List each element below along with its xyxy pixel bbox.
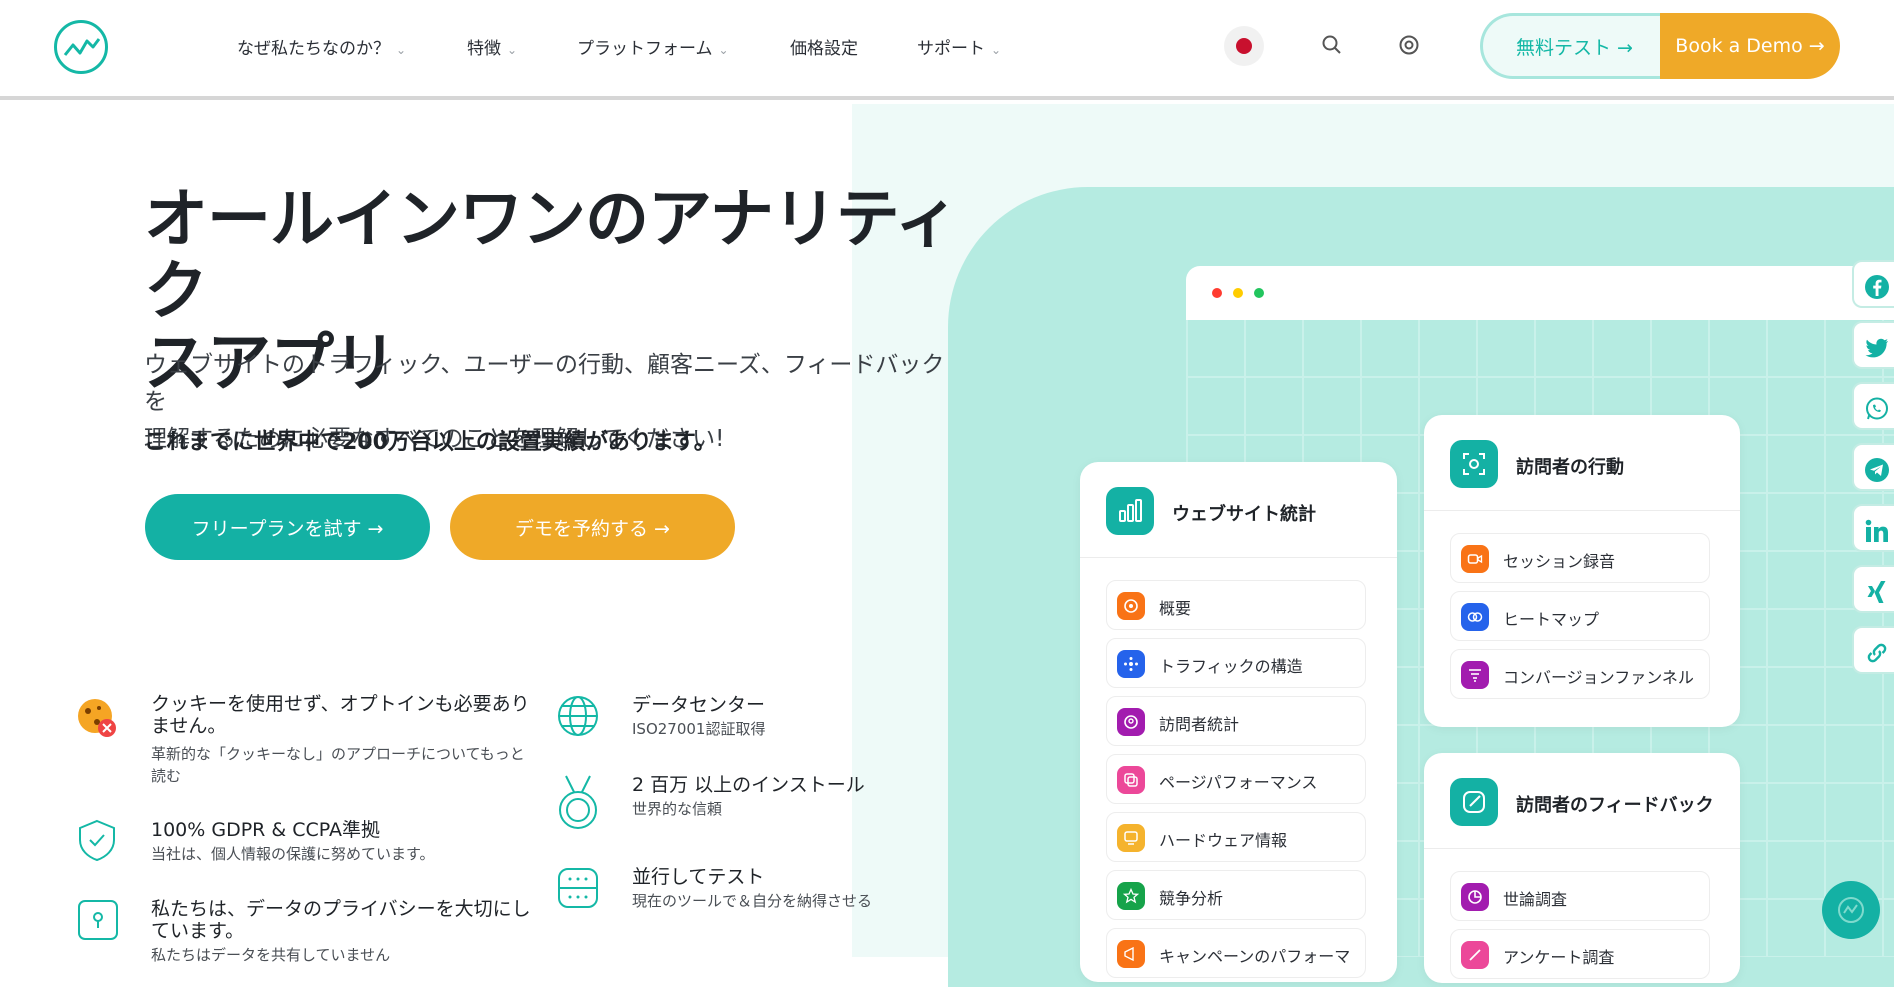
at-sign-icon[interactable] [1398,34,1422,58]
menu-item-campaign-performance[interactable]: キャンペーンのパフォーマ [1106,928,1366,978]
edit-note-icon [1450,778,1498,826]
feature-gdpr: 100% GDPR & CCPA準拠 当社は、個人情報の保護に努めています。 [151,819,435,863]
book-demo-cta-button[interactable]: デモを予約する → [450,494,735,560]
video-icon [1461,545,1489,573]
japan-flag-icon[interactable] [1224,26,1264,66]
site-header: なぜ私たちなのか？ ⌄ 特徴 ⌄ プラットフォーム ⌄ 価格設定 サポート ⌄ 無料テス… [0,0,1894,100]
card-title: 訪問者のフィードバック [1516,795,1714,816]
menu-item-competitive-analysis[interactable]: 競争分析 [1106,870,1366,920]
copy-pages-icon [1117,766,1145,794]
menu-item-heatmaps[interactable]: ヒートマップ [1450,591,1710,641]
share-twitter-button[interactable] [1852,321,1894,369]
twitter-icon [1865,338,1888,358]
whatsapp-icon [1866,397,1888,420]
megaphone-icon [1117,940,1145,968]
divider [1080,557,1397,558]
browser-frame [1186,266,1894,320]
try-free-plan-button[interactable]: フリープランを試す → [145,494,430,560]
divider [1424,510,1740,511]
card-title: 訪問者の行動 [1516,457,1624,478]
nav-why-us[interactable]: なぜ私たちなのか？ ⌄ [237,34,406,59]
lock-keyhole-icon [76,898,120,946]
globe-icon [556,694,600,742]
window-dot-yellow [1233,288,1243,298]
nav-support[interactable]: サポート ⌄ [917,34,1001,59]
focus-scan-icon [1450,440,1498,488]
chevron-down-icon: ⌄ [718,43,729,57]
share-xing-button[interactable] [1852,565,1894,613]
window-dot-red [1212,288,1222,298]
xing-icon [1867,581,1886,603]
card-visitor-behavior: 訪問者の行動 セッション録音 ヒートマップ コンバージョンファンネル [1424,415,1740,727]
feature-privacy: 私たちは、データのプライバシーを大切にしています。 私たちはデータを共有していま… [151,898,531,964]
overview-icon [1117,592,1145,620]
chevron-down-icon: ⌄ [507,43,518,57]
copy-link-button[interactable] [1852,626,1894,674]
overlap-circles-icon [1461,603,1489,631]
read-more-link[interactable]: 革新的な「クッキーなし」のアプローチについてもっと読む [151,743,531,787]
card-website-stats: ウェブサイト統計 概要 トラフィックの構造 訪問者統計 ページパフォーマンス ハ… [1080,462,1397,982]
feature-parallel-test: 並行してテスト 現在のツールで＆自分を納得させる [632,866,873,910]
share-linkedin-button[interactable] [1852,504,1894,552]
nav-platform[interactable]: プラットフォーム ⌄ [577,34,729,59]
free-test-button[interactable]: 無料テスト → [1480,13,1666,79]
pie-chart-icon [1461,883,1489,911]
book-demo-button[interactable]: Book a Demo → [1660,13,1840,79]
menu-item-conversion-funnels[interactable]: コンバージョンファンネル [1450,649,1710,699]
medal-icon [556,774,600,836]
card-title: ウェブサイト統計 [1172,504,1316,525]
browser-window-icon [556,866,600,914]
star-icon [1117,882,1145,910]
share-facebook-button[interactable] [1852,260,1894,308]
pencil-icon [1461,941,1489,969]
chevron-down-icon: ⌄ [396,43,407,57]
feature-installs: 2 百万 以上のインストール 世界的な信頼 [632,774,865,818]
search-icon[interactable] [1321,34,1345,58]
bar-chart-icon [1106,487,1154,535]
card-visitor-feedback: 訪問者のフィードバック 世論調査 アンケート調査 [1424,753,1740,983]
nav-features[interactable]: 特徴 ⌄ [467,34,517,59]
feature-no-cookies: クッキーを使用せず、オプトインも必要ありません。 革新的な「クッキーなし」のアプ… [151,693,531,787]
shield-check-icon [75,818,119,866]
logo-icon[interactable] [54,20,108,74]
feature-data-center: データセンター ISO27001認証取得 [632,694,766,738]
menu-item-page-performance[interactable]: ページパフォーマンス [1106,754,1366,804]
linkedin-icon [1865,519,1888,542]
link-icon [1867,643,1887,663]
menu-item-polls[interactable]: 世論調査 [1450,871,1710,921]
share-whatsapp-button[interactable] [1852,382,1894,430]
share-telegram-button[interactable] [1852,443,1894,491]
chat-widget-button[interactable] [1822,881,1880,939]
menu-item-hardware-info[interactable]: ハードウェア情報 [1106,812,1366,862]
monitor-icon [1117,824,1145,852]
telegram-icon [1865,458,1889,482]
menu-item-overview[interactable]: 概要 [1106,580,1366,630]
facebook-icon [1865,275,1889,299]
window-dot-green [1254,288,1264,298]
hero-install-count: これまでに世界中で200万台以上の設置実績があります。 [144,430,716,455]
funnel-icon [1461,661,1489,689]
menu-item-traffic-structure[interactable]: トラフィックの構造 [1106,638,1366,688]
nav-pricing[interactable]: 価格設定 [790,34,858,59]
cookie-blocked-icon [75,696,121,744]
chevron-down-icon: ⌄ [991,43,1002,57]
menu-item-visitor-stats[interactable]: 訪問者統計 [1106,696,1366,746]
divider [1424,848,1740,849]
chat-logo-icon [1838,897,1864,923]
network-icon [1117,650,1145,678]
menu-item-session-recordings[interactable]: セッション録音 [1450,533,1710,583]
menu-item-surveys[interactable]: アンケート調査 [1450,929,1710,979]
user-circle-icon [1117,708,1145,736]
